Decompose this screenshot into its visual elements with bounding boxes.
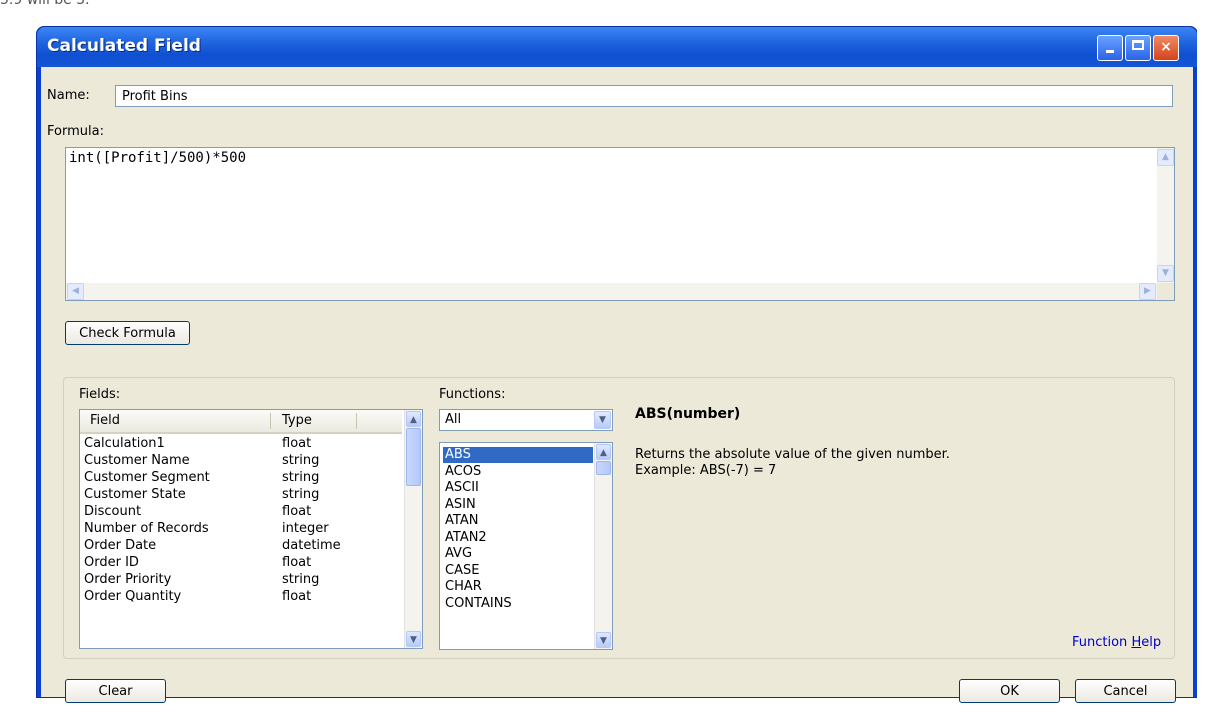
function-item[interactable]: CHAR (443, 579, 593, 595)
help-link-suffix: elp (1141, 635, 1162, 650)
maximize-icon (1132, 40, 1144, 50)
function-description: Returns the absolute value of the given … (635, 447, 950, 478)
field-type: float (282, 589, 312, 604)
function-item[interactable]: ASIN (443, 497, 593, 513)
field-name: Order Priority (84, 572, 172, 587)
scrollbar-corner (1157, 283, 1174, 300)
function-item[interactable]: CASE (443, 563, 593, 579)
field-name: Order Date (84, 538, 157, 553)
function-item[interactable]: ABS (443, 447, 593, 463)
name-label: Name: (47, 88, 90, 103)
field-name: Customer State (84, 487, 186, 502)
formula-horizontal-scrollbar[interactable]: ◀ ▶ (66, 283, 1157, 300)
function-item[interactable]: ACOS (443, 464, 593, 480)
functions-scrollbar[interactable]: ▲ ▼ (594, 443, 612, 649)
close-button[interactable]: × (1153, 35, 1179, 61)
function-item[interactable]: ASCII (443, 480, 593, 496)
scroll-up-icon[interactable]: ▲ (1157, 149, 1174, 166)
field-type: datetime (282, 538, 341, 553)
field-row[interactable]: Customer Segment string (80, 470, 400, 487)
clear-button[interactable]: Clear (65, 679, 166, 703)
function-item[interactable]: AVG (443, 546, 593, 562)
fields-list[interactable]: Field Type Calculation1 float Customer Nam… (79, 409, 423, 649)
fields-list-header: Field Type (80, 410, 402, 434)
field-type: integer (282, 521, 329, 536)
scroll-right-icon[interactable]: ▶ (1139, 283, 1156, 300)
function-item[interactable]: CONTAINS (443, 596, 593, 612)
field-name: Order Quantity (84, 589, 182, 604)
name-input[interactable] (115, 85, 1173, 107)
fields-label: Fields: (79, 387, 121, 402)
field-type: string (282, 572, 320, 587)
field-row[interactable]: Customer State string (80, 487, 400, 504)
scroll-left-icon[interactable]: ◀ (67, 283, 84, 300)
function-signature: ABS(number) (635, 406, 741, 422)
ok-button[interactable]: OK (959, 679, 1060, 703)
dialog-title: Calculated Field (47, 36, 201, 56)
dialog-body: Name: Formula: int([Profit]/500)*500 ▲ ▼… (41, 67, 1193, 703)
close-icon: × (1160, 39, 1172, 55)
function-item[interactable]: ATAN2 (443, 530, 593, 546)
cancel-button[interactable]: Cancel (1075, 679, 1176, 703)
field-row[interactable]: Number of Records integer (80, 521, 400, 538)
field-row[interactable]: Discount float (80, 504, 400, 521)
functions-label: Functions: (439, 387, 506, 402)
function-category-value: All (445, 412, 462, 427)
maximize-button[interactable] (1125, 35, 1151, 61)
scroll-down-icon[interactable]: ▼ (1157, 265, 1174, 282)
function-help-link[interactable]: Function Help (1072, 635, 1161, 650)
field-name: Customer Name (84, 453, 190, 468)
field-row[interactable]: Calculation1 float (80, 436, 400, 453)
scroll-down-icon[interactable]: ▼ (406, 631, 421, 647)
minimize-icon (1106, 50, 1114, 53)
scroll-up-icon[interactable]: ▲ (596, 444, 611, 460)
formula-label: Formula: (47, 124, 104, 139)
field-type: string (282, 470, 320, 485)
type-column-header[interactable]: Type (282, 413, 312, 428)
column-divider[interactable] (356, 413, 357, 429)
field-type: float (282, 504, 312, 519)
minimize-button[interactable] (1097, 35, 1123, 61)
field-type: float (282, 555, 312, 570)
check-formula-button[interactable]: Check Formula (65, 321, 190, 345)
field-type: string (282, 453, 320, 468)
torn-edge (1197, 0, 1217, 706)
functions-list[interactable]: ABS ACOS ASCII ASIN ATAN ATAN2 AVG CASE CHAR CONT… (439, 442, 613, 650)
help-link-accelerator: H (1131, 635, 1142, 650)
field-name: Customer Segment (84, 470, 210, 485)
scroll-thumb[interactable] (596, 461, 611, 475)
formula-vertical-scrollbar[interactable]: ▲ ▼ (1157, 148, 1174, 283)
field-row[interactable]: Order ID float (80, 555, 400, 572)
field-name: Calculation1 (84, 436, 165, 451)
fields-scrollbar[interactable]: ▲ ▼ (404, 410, 422, 648)
function-category-select[interactable]: All ▼ (439, 409, 613, 431)
scroll-thumb[interactable] (406, 428, 421, 486)
formula-editor[interactable]: int([Profit]/500)*500 ▲ ▼ ◀ ▶ (65, 147, 1175, 301)
function-item[interactable]: ATAN (443, 513, 593, 529)
field-row[interactable]: Order Priority string (80, 572, 400, 589)
scroll-up-icon[interactable]: ▲ (406, 411, 421, 427)
field-column-header[interactable]: Field (90, 413, 120, 428)
page-caption: 5.9 will be 5. (0, 0, 90, 8)
calculated-field-dialog: Calculated Field × Name: Formula: int([P… (36, 26, 1198, 703)
help-link-prefix: Function (1072, 635, 1132, 650)
field-row[interactable]: Customer Name string (80, 453, 400, 470)
field-row[interactable]: Order Quantity float (80, 589, 400, 606)
column-divider[interactable] (270, 413, 271, 429)
field-name: Order ID (84, 555, 139, 570)
field-type: float (282, 436, 312, 451)
field-type: string (282, 487, 320, 502)
scroll-down-icon[interactable]: ▼ (596, 632, 611, 648)
chevron-down-icon[interactable]: ▼ (594, 411, 611, 429)
field-row[interactable]: Order Date datetime (80, 538, 400, 555)
field-name: Number of Records (84, 521, 209, 536)
title-bar[interactable]: Calculated Field × (37, 27, 1197, 67)
field-name: Discount (84, 504, 142, 519)
formula-text[interactable]: int([Profit]/500)*500 (69, 150, 246, 166)
